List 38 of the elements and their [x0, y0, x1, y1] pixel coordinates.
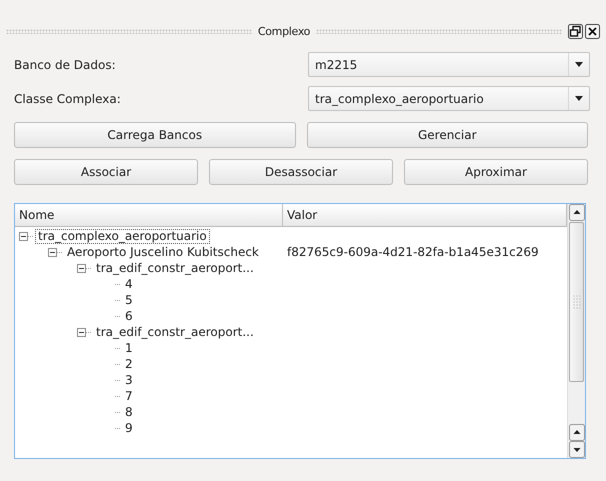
action-button[interactable]: Gerenciar	[306, 122, 588, 148]
tree-value: f82765c9-609a-4d21-82fa-b1a45e31c269	[287, 245, 539, 259]
tree-item[interactable]: 7	[122, 388, 136, 404]
action-button[interactable]: Carrega Bancos	[14, 122, 296, 148]
dropdown-arrow-icon	[575, 96, 583, 101]
action-button[interactable]: Aproximar	[404, 159, 588, 185]
close-icon[interactable]	[585, 24, 600, 38]
tree-item[interactable]: tra_edif_constr_aeroport...	[93, 260, 257, 276]
tree-item[interactable]: 3	[122, 372, 136, 388]
field-label: Classe Complexa:	[14, 92, 122, 106]
tree-item[interactable]: 8	[122, 404, 136, 420]
tree-item[interactable]: 6	[122, 308, 136, 324]
scroll-up-icon[interactable]	[568, 424, 584, 441]
tree-item[interactable]: 9	[122, 420, 136, 436]
dropdown[interactable]: tra_complexo_aeroportuario	[308, 86, 590, 111]
tree-item[interactable]: Aeroporto Juscelino Kubitscheck	[64, 244, 262, 260]
tree-item[interactable]: 1	[122, 340, 136, 356]
collapse-icon[interactable]	[48, 248, 57, 256]
tree-item[interactable]: 2	[122, 356, 136, 372]
tree-item[interactable]: tra_edif_constr_aeroport...	[93, 324, 257, 340]
tree-item[interactable]: 5	[122, 292, 136, 308]
vertical-scrollbar[interactable]	[567, 204, 585, 458]
action-button[interactable]: Desassociar	[209, 159, 393, 185]
action-button[interactable]: Associar	[14, 159, 198, 185]
collapse-icon[interactable]	[77, 328, 86, 336]
collapse-icon[interactable]	[77, 264, 86, 272]
dropdown-arrow-icon	[575, 62, 583, 67]
scroll-thumb[interactable]	[569, 222, 584, 382]
scroll-up-icon[interactable]	[568, 204, 584, 221]
panel-title: Complexo	[258, 24, 310, 38]
field-label: Banco de Dados:	[14, 58, 117, 72]
tree-item[interactable]: tra_complexo_aeroportuario	[35, 228, 210, 244]
scroll-down-icon[interactable]	[568, 441, 584, 458]
float-icon[interactable]	[568, 24, 583, 38]
tree-item[interactable]: 4	[122, 276, 136, 292]
dropdown[interactable]: m2215	[308, 52, 590, 77]
column-header[interactable]: Nome	[15, 204, 283, 226]
collapse-icon[interactable]	[19, 232, 28, 240]
